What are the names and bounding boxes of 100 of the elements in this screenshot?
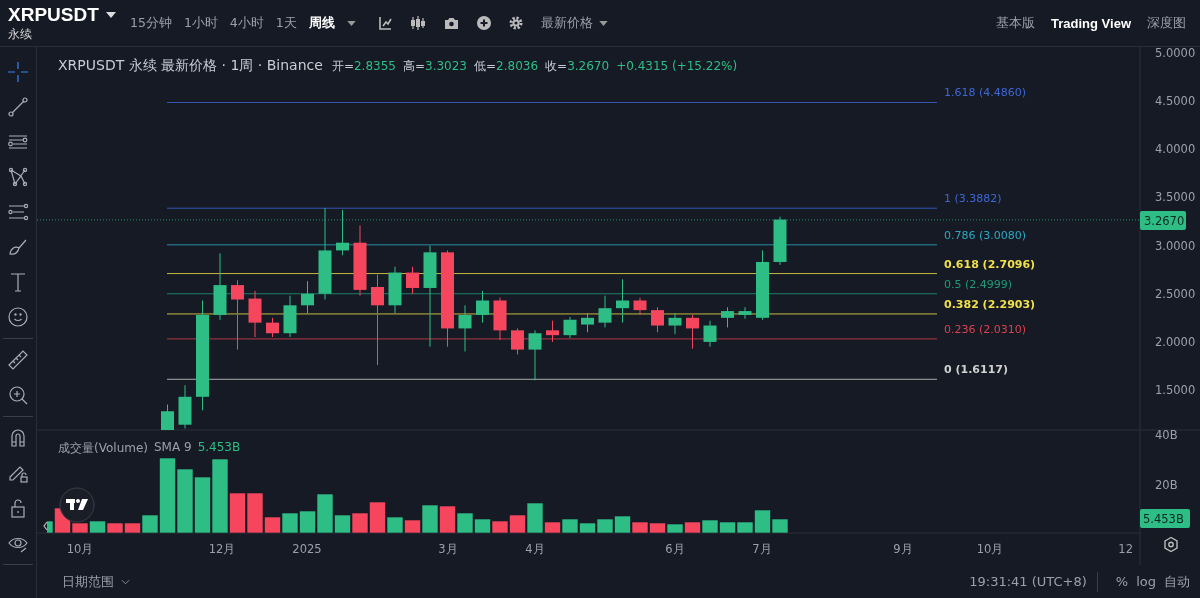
candlestick bbox=[703, 320, 717, 348]
view-tab[interactable]: 深度图 bbox=[1147, 14, 1186, 32]
sma-label: SMA 9 bbox=[154, 440, 192, 456]
time-axis-label: 3月 bbox=[438, 542, 458, 556]
volume-bar bbox=[719, 521, 736, 533]
volume-bar bbox=[579, 522, 596, 533]
candlestick bbox=[546, 320, 559, 343]
volume-bar bbox=[474, 518, 491, 533]
fib-level-label: 0.236 (2.0310) bbox=[944, 322, 1027, 336]
volume-bar bbox=[439, 505, 456, 533]
price-source-dropdown[interactable]: 最新价格 bbox=[540, 14, 608, 32]
scale-button[interactable]: % bbox=[1115, 574, 1129, 589]
volume-bar bbox=[194, 476, 211, 533]
plus-circle-icon[interactable] bbox=[476, 16, 491, 30]
volume-bar bbox=[666, 523, 684, 533]
volume-bar bbox=[106, 522, 124, 533]
volume-axis-label: 40B bbox=[1155, 428, 1178, 442]
volume-bar bbox=[596, 518, 614, 533]
fib-level-label: 0 (1.6117) bbox=[944, 363, 1008, 377]
time-axis-label: 12 bbox=[1118, 542, 1133, 556]
volume-value-label: 5.453B bbox=[1140, 509, 1190, 528]
chart-title: XRPUSDT 永续 最新价格 · 1周 · Binance bbox=[58, 57, 323, 75]
candlestick bbox=[756, 249, 769, 321]
camera-icon[interactable] bbox=[443, 17, 459, 29]
candlestick bbox=[528, 329, 542, 381]
candlestick bbox=[686, 314, 699, 350]
price-axis-label: 2.0000 bbox=[1155, 334, 1196, 349]
ohlc-value: 高=3.3023 bbox=[402, 58, 467, 75]
crosshair-icon[interactable] bbox=[6, 60, 30, 84]
volume-bar bbox=[649, 522, 666, 533]
volume-bar bbox=[176, 468, 194, 533]
settings-icon[interactable] bbox=[1164, 536, 1178, 553]
volume-bar bbox=[89, 520, 106, 533]
scale-button[interactable]: 自动 bbox=[1164, 572, 1190, 591]
smiley-icon[interactable] bbox=[6, 305, 30, 329]
date-range-dropdown[interactable]: 日期范围 bbox=[62, 572, 130, 591]
candlestick bbox=[668, 312, 682, 335]
candlestick bbox=[266, 317, 279, 338]
caret-icon[interactable] bbox=[105, 11, 116, 18]
price-axis-label: 5.0000 bbox=[1155, 47, 1196, 60]
candlestick bbox=[231, 279, 244, 351]
interval-tab[interactable]: 周线 bbox=[308, 14, 335, 32]
candlestick-icon[interactable] bbox=[409, 16, 426, 30]
view-tab[interactable]: 基本版 bbox=[996, 14, 1036, 32]
candlestick bbox=[161, 404, 174, 430]
fib-level-label: 0.382 (2.2903) bbox=[944, 297, 1036, 311]
time-axis-label: 7月 bbox=[752, 542, 772, 556]
candlestick bbox=[406, 266, 419, 295]
indicator-icon[interactable] bbox=[377, 16, 392, 30]
time-axis-label: 12月 bbox=[208, 542, 236, 556]
interval-tab[interactable]: 1小时 bbox=[183, 14, 218, 32]
candlestick bbox=[616, 278, 629, 324]
candlestick bbox=[248, 290, 262, 338]
price-axis-label: 4.5000 bbox=[1155, 94, 1196, 109]
volume-bar bbox=[561, 518, 579, 533]
volume-title: 成交量(Volume) bbox=[58, 440, 148, 457]
symbol-name[interactable]: XRPUSDT bbox=[8, 3, 99, 26]
fib-level-label: 1.618 (4.4860) bbox=[944, 86, 1027, 100]
interval-tab[interactable]: 1天 bbox=[275, 14, 297, 32]
trend-line-icon[interactable] bbox=[6, 95, 30, 119]
fib-level-label: 0.618 (2.7096) bbox=[944, 257, 1036, 271]
ruler-icon[interactable] bbox=[6, 348, 30, 372]
caret-icon[interactable] bbox=[346, 20, 356, 26]
candlestick bbox=[563, 316, 577, 339]
volume-value: 5.453B bbox=[197, 440, 241, 456]
chevron-down-icon[interactable] bbox=[121, 578, 130, 585]
price-axis-label: 2.5000 bbox=[1155, 286, 1196, 301]
view-tab[interactable]: Trading View bbox=[1051, 14, 1131, 32]
zoom-in-icon[interactable] bbox=[6, 383, 30, 407]
time-axis-label: 2025 bbox=[292, 542, 322, 556]
price-change: +0.4315 (+15.22%) bbox=[616, 59, 738, 73]
candlestick bbox=[738, 306, 752, 320]
fib-level-label: 1 (3.3882) bbox=[944, 192, 1002, 206]
settings-icon[interactable] bbox=[508, 16, 523, 30]
candlestick bbox=[178, 384, 192, 430]
time-axis-label: 10月 bbox=[976, 542, 1004, 556]
candlestick bbox=[581, 312, 594, 333]
candlestick bbox=[493, 297, 507, 341]
scale-button[interactable]: log bbox=[1136, 574, 1156, 589]
interval-tab[interactable]: 4小时 bbox=[229, 14, 264, 32]
logo-icon[interactable] bbox=[59, 487, 95, 523]
time-axis-label: 6月 bbox=[665, 542, 685, 556]
contract-type: 永续 bbox=[8, 25, 33, 43]
time-axis-label: 10月 bbox=[66, 542, 94, 556]
ohlc-value: 开=2.8355 bbox=[331, 58, 396, 75]
caret-icon[interactable] bbox=[598, 20, 608, 26]
candlestick bbox=[301, 280, 314, 314]
candlestick bbox=[283, 295, 297, 338]
candlestick bbox=[476, 290, 489, 324]
pattern-icon[interactable] bbox=[6, 165, 30, 189]
candlestick bbox=[651, 306, 664, 333]
candlestick bbox=[598, 295, 612, 328]
volume-bar bbox=[684, 521, 701, 533]
interval-tab[interactable]: 15分钟 bbox=[130, 14, 172, 32]
time-axis-label: 4月 bbox=[525, 542, 545, 556]
price-axis-label: 3.5000 bbox=[1155, 190, 1196, 205]
price-axis-label: 1.5000 bbox=[1155, 383, 1196, 398]
price-axis-label: 4.0000 bbox=[1155, 142, 1196, 157]
candlestick bbox=[458, 304, 472, 353]
chevron-left-icon[interactable] bbox=[43, 521, 48, 531]
